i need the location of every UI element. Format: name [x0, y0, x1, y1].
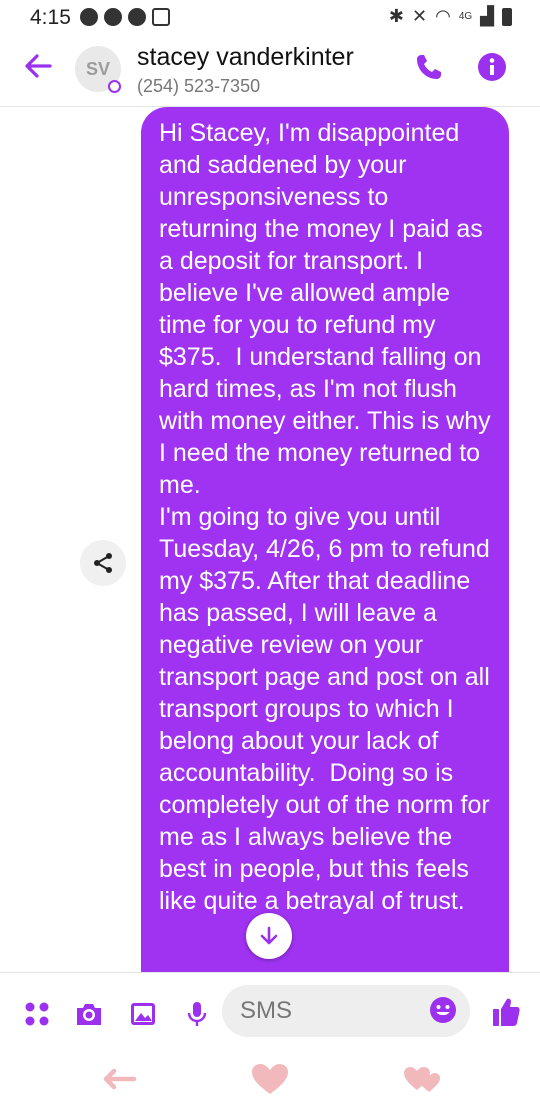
emoji-icon[interactable]	[428, 995, 458, 1025]
thumbs-up-icon[interactable]	[490, 995, 522, 1029]
status-bar: 4:15 ✱ ✕ ◠ 4G ▟	[0, 0, 540, 34]
avatar-initials: SV	[85, 58, 110, 79]
messenger-notification-icon	[80, 8, 98, 26]
more-apps-icon[interactable]	[22, 999, 52, 1029]
contact-phone: (254) 523-7350	[137, 76, 261, 96]
share-button[interactable]	[80, 540, 126, 586]
signal-icon: ▟	[480, 6, 494, 26]
recents-nav-icon[interactable]	[402, 1062, 442, 1096]
app-notification-icon	[104, 8, 122, 26]
camera-icon[interactable]	[74, 999, 104, 1029]
gallery-icon[interactable]	[128, 999, 158, 1029]
back-arrow-icon[interactable]	[22, 50, 54, 82]
presence-indicator	[108, 80, 121, 93]
composer-bar: SMS	[0, 972, 540, 1053]
share-icon	[94, 553, 112, 573]
microphone-icon[interactable]	[182, 999, 212, 1029]
wifi-icon: ◠	[435, 6, 451, 26]
message-input[interactable]: SMS	[222, 985, 470, 1037]
app-notification-icon-2	[128, 8, 146, 26]
status-time: 4:15	[30, 6, 71, 29]
system-navigation-bar	[0, 1052, 540, 1110]
scroll-to-bottom-button[interactable]	[246, 913, 292, 959]
back-nav-icon[interactable]	[98, 1062, 138, 1096]
bluetooth-icon: ✱	[388, 6, 404, 26]
image-notification-icon	[152, 8, 170, 26]
message-input-placeholder: SMS	[240, 997, 293, 1024]
message-text: Hi Stacey, I'm disappointed and saddened…	[159, 119, 491, 915]
arrow-down-icon	[260, 926, 278, 945]
message-list[interactable]: Hi Stacey, I'm disappointed and saddened…	[0, 107, 540, 972]
mute-icon: ✕	[412, 6, 428, 26]
outgoing-message-bubble[interactable]: Hi Stacey, I'm disappointed and saddened…	[141, 107, 509, 972]
contact-name[interactable]: stacey vanderkinter	[137, 43, 354, 72]
notification-icons	[80, 8, 170, 26]
conversation-header: SV stacey vanderkinter (254) 523-7350	[0, 34, 540, 107]
system-icons: ✱ ✕ ◠ 4G ▟	[389, 6, 512, 27]
home-nav-icon[interactable]	[250, 1062, 290, 1096]
phone-icon[interactable]	[413, 51, 445, 83]
network-type: 4G	[458, 11, 473, 22]
battery-icon	[502, 7, 512, 26]
info-icon[interactable]	[476, 51, 508, 83]
